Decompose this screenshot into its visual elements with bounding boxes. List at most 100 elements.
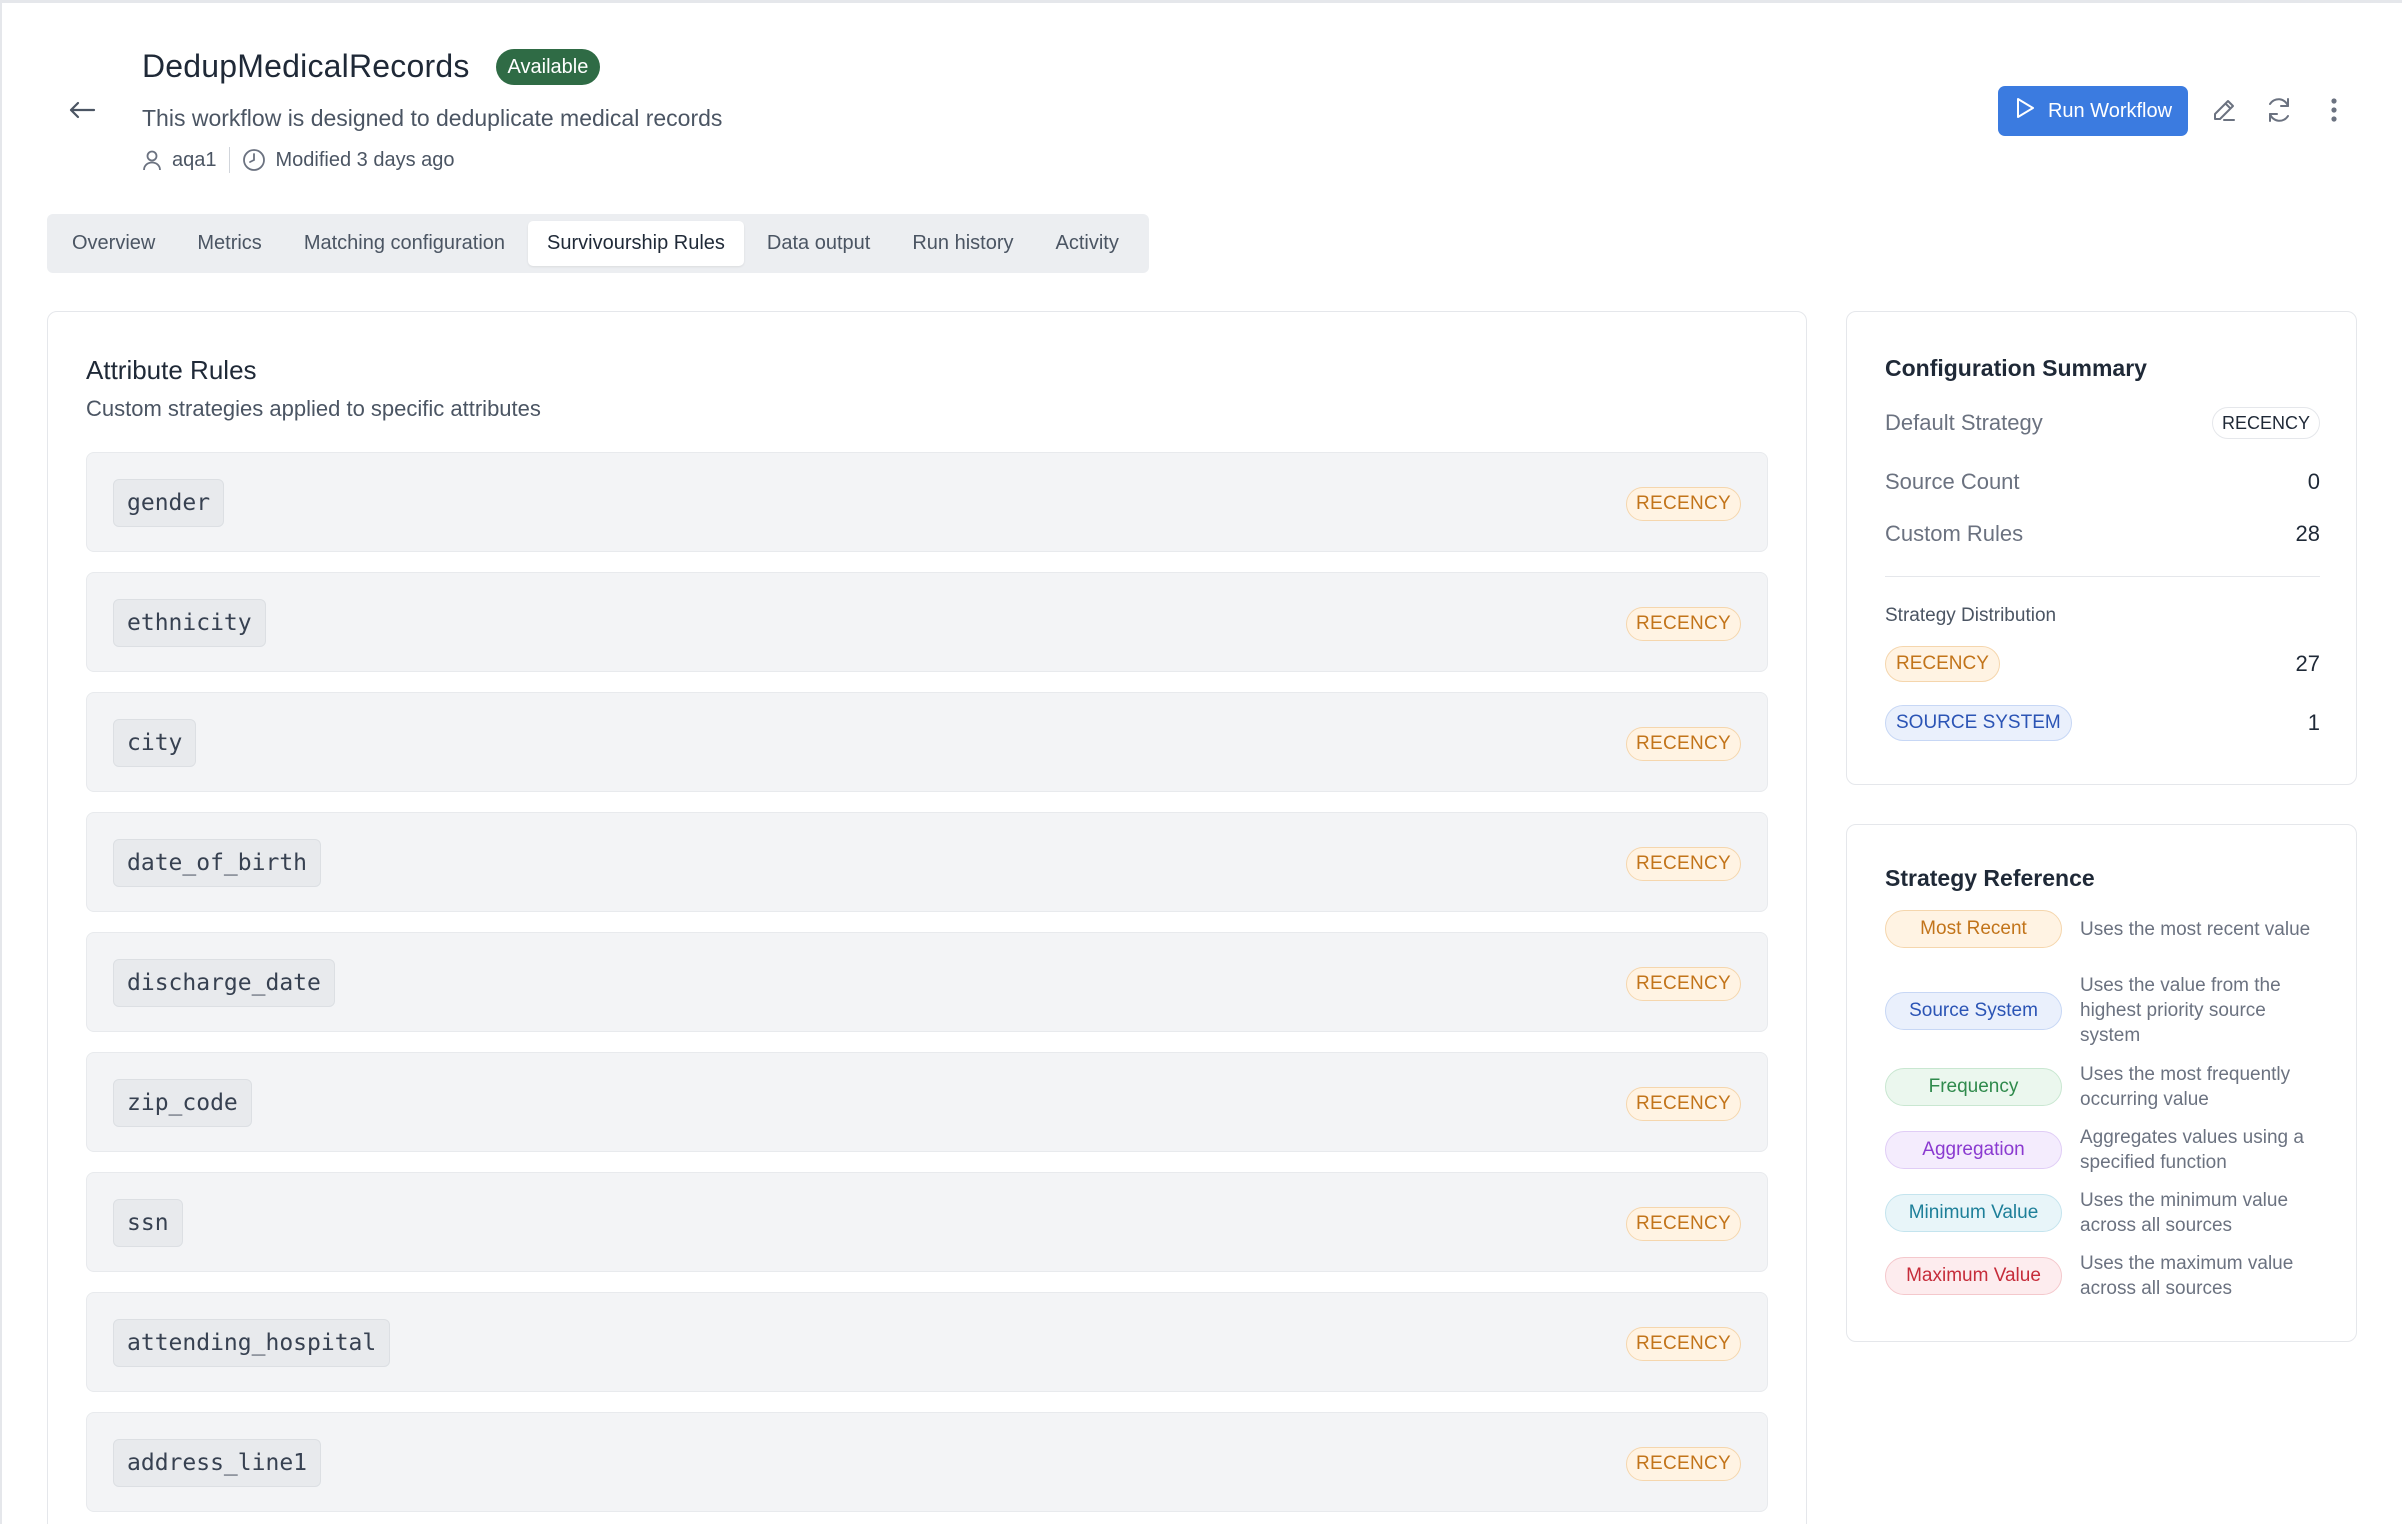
distribution-strategy-badge: RECENCY: [1885, 646, 2000, 682]
play-icon: [2014, 96, 2036, 126]
window-top-edge: [0, 0, 2402, 3]
default-strategy-label: Default Strategy: [1885, 410, 2043, 435]
reference-description: Uses the minimum value across all source…: [2080, 1190, 2289, 1236]
strategy-badge: RECENCY: [1625, 487, 1741, 521]
distribution-strategy-badge: SOURCE SYSTEM: [1885, 705, 2072, 741]
default-strategy-badge: RECENCY: [2211, 407, 2320, 439]
minimum-value-pill: Minimum Value: [1885, 1194, 2062, 1232]
window-left-edge: [0, 0, 2, 1524]
refresh-button[interactable]: [2261, 94, 2297, 130]
strategy-reference-title: Strategy Reference: [1885, 865, 2095, 891]
arrow-left-icon: [68, 100, 96, 125]
workflow-description: This workflow is designed to deduplicate…: [142, 105, 723, 131]
strategy-distribution-label: Strategy Distribution: [1885, 605, 2057, 626]
reference-description: Uses the value from the highest priority…: [2080, 975, 2281, 1046]
distribution-row: SOURCE SYSTEM 1: [1885, 705, 2320, 741]
pencil-icon: [2211, 97, 2237, 128]
meta-divider: [228, 147, 230, 173]
attribute-name: ethnicity: [113, 599, 266, 647]
rule-row[interactable]: zip_code RECENCY: [86, 1052, 1768, 1152]
tab-metrics[interactable]: Metrics: [178, 221, 280, 266]
rule-row[interactable]: date_of_birth RECENCY: [86, 812, 1768, 912]
distribution-count: 27: [2295, 651, 2320, 676]
reference-item: Most Recent Uses the most recent value: [1885, 910, 2325, 948]
attribute-name: ssn: [113, 1199, 183, 1247]
tab-run-history[interactable]: Run history: [893, 221, 1032, 266]
most-recent-pill: Most Recent: [1885, 910, 2062, 948]
summary-divider: [1885, 576, 2320, 577]
user-icon: [142, 149, 162, 171]
run-workflow-label: Run Workflow: [2047, 99, 2173, 122]
attribute-name: address_line1: [113, 1439, 322, 1487]
attribute-name: gender: [113, 479, 225, 527]
rule-row[interactable]: ethnicity RECENCY: [86, 572, 1768, 672]
rule-row[interactable]: attending_hospital RECENCY: [86, 1292, 1768, 1392]
aggregation-pill: Aggregation: [1885, 1131, 2062, 1169]
distribution-row: RECENCY 27: [1885, 646, 2320, 682]
reference-description: Uses the maximum value across all source…: [2080, 1253, 2294, 1299]
attribute-name: city: [113, 719, 197, 767]
source-count-value: 0: [2307, 469, 2320, 494]
source-system-pill: Source System: [1885, 991, 2062, 1030]
tab-matching-configuration[interactable]: Matching configuration: [285, 221, 524, 266]
rule-row[interactable]: city RECENCY: [86, 692, 1768, 792]
tab-activity[interactable]: Activity: [1036, 221, 1137, 266]
attribute-name: zip_code: [113, 1079, 252, 1127]
attribute-rules-subtitle: Custom strategies applied to specific at…: [86, 396, 541, 421]
more-vertical-icon: [2330, 97, 2338, 128]
reference-item: Minimum Value Uses the minimum value acr…: [1885, 1188, 2325, 1238]
strategy-badge: RECENCY: [1625, 1447, 1741, 1481]
attribute-name: attending_hospital: [113, 1319, 391, 1367]
strategy-badge: RECENCY: [1625, 1087, 1741, 1121]
reference-item: Source System Uses the value from the hi…: [1885, 973, 2325, 1048]
strategy-badge: RECENCY: [1625, 967, 1741, 1001]
reference-item: Aggregation Aggregates values using a sp…: [1885, 1125, 2325, 1175]
configuration-summary-panel: Configuration Summary Default Strategy R…: [1846, 311, 2357, 785]
maximum-value-pill: Maximum Value: [1885, 1257, 2062, 1295]
tab-survivourship-rules[interactable]: Survivourship Rules: [528, 221, 744, 266]
configuration-summary-title: Configuration Summary: [1885, 355, 2147, 381]
page-title: DedupMedicalRecords: [142, 48, 470, 84]
strategy-badge: RECENCY: [1625, 1327, 1741, 1361]
rule-row[interactable]: gender RECENCY: [86, 452, 1768, 552]
attribute-rules-title: Attribute Rules: [86, 355, 257, 385]
rule-row[interactable]: ssn RECENCY: [86, 1172, 1768, 1272]
meta-row: aqa1 Modified 3 days ago: [142, 147, 455, 173]
rule-list: gender RECENCY ethnicity RECENCY city RE…: [86, 452, 1768, 1524]
more-options-button[interactable]: [2316, 94, 2352, 130]
strategy-badge: RECENCY: [1625, 607, 1741, 641]
attribute-rules-panel: Attribute Rules Custom strategies applie…: [47, 311, 1807, 1524]
tab-data-output[interactable]: Data output: [748, 221, 889, 266]
refresh-icon: [2264, 95, 2294, 130]
strategy-badge: RECENCY: [1625, 1207, 1741, 1241]
modified-time: Modified 3 days ago: [275, 148, 455, 171]
title-row: DedupMedicalRecords Available: [142, 48, 601, 85]
frequency-pill: Frequency: [1885, 1068, 2062, 1106]
owner-name: aqa1: [172, 148, 217, 171]
reference-description: Uses the most recent value: [2080, 918, 2311, 940]
tab-overview[interactable]: Overview: [53, 221, 174, 266]
custom-rules-label: Custom Rules: [1885, 521, 2024, 546]
default-strategy-row: Default Strategy RECENCY: [1885, 407, 2320, 439]
attribute-name: date_of_birth: [113, 839, 322, 887]
tab-bar: Overview Metrics Matching configuration …: [47, 214, 1149, 273]
custom-rules-value: 28: [2295, 521, 2320, 546]
rule-row[interactable]: address_line1 RECENCY: [86, 1412, 1768, 1512]
rule-row[interactable]: discharge_date RECENCY: [86, 932, 1768, 1032]
status-badge: Available: [495, 48, 601, 85]
source-count-row: Source Count 0: [1885, 469, 2320, 495]
reference-description: Uses the most frequently occurring value: [2080, 1064, 2291, 1110]
source-count-label: Source Count: [1885, 469, 2020, 494]
reference-description: Aggregates values using a specified func…: [2080, 1127, 2304, 1173]
reference-item: Maximum Value Uses the maximum value acr…: [1885, 1251, 2325, 1301]
strategy-badge: RECENCY: [1625, 727, 1741, 761]
clock-icon: [242, 148, 266, 172]
edit-button[interactable]: [2206, 94, 2242, 130]
run-workflow-button[interactable]: Run Workflow: [1998, 86, 2188, 136]
strategy-reference-panel: Strategy Reference Most Recent Uses the …: [1846, 824, 2357, 1342]
back-button[interactable]: [62, 94, 102, 130]
distribution-count: 1: [2307, 710, 2320, 735]
reference-item: Frequency Uses the most frequently occur…: [1885, 1062, 2325, 1112]
attribute-name: discharge_date: [113, 959, 335, 1007]
strategy-badge: RECENCY: [1625, 847, 1741, 881]
